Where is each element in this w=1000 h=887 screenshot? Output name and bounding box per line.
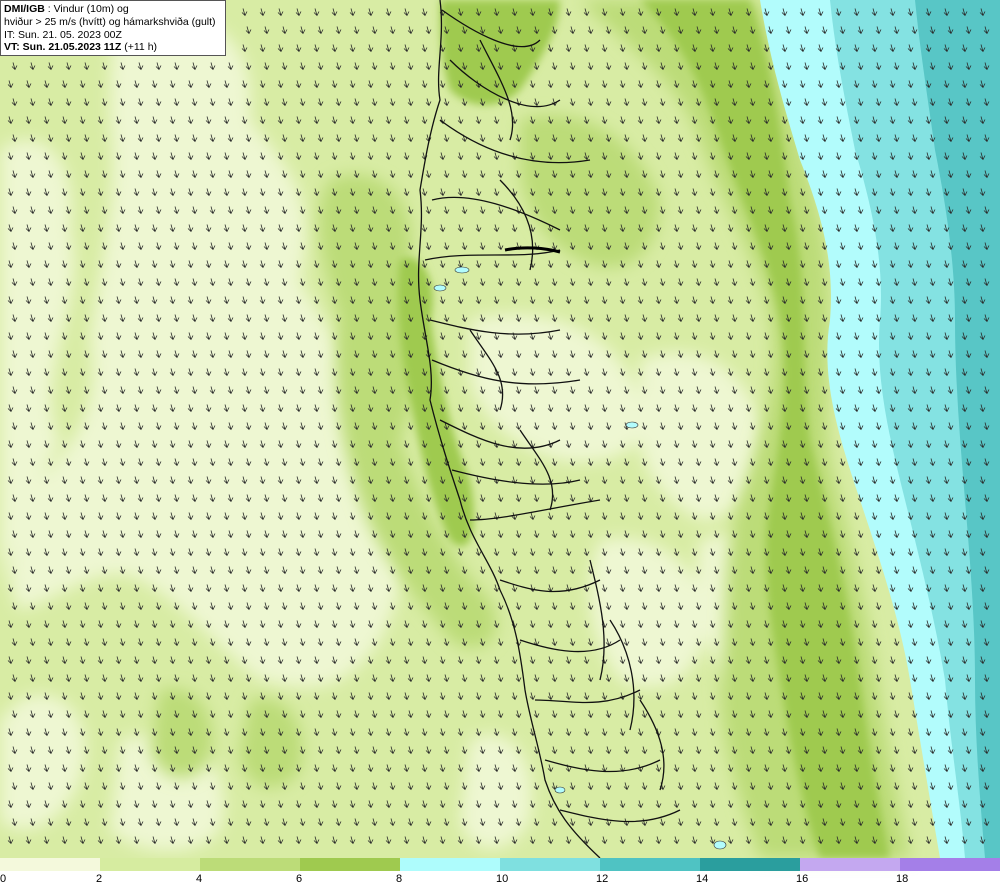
legend-swatch bbox=[400, 858, 500, 871]
legend-labels: 0 2 4 6 8 10 12 14 16 18 bbox=[0, 871, 1000, 887]
forecast-offset: (+11 h) bbox=[121, 41, 158, 54]
legend-tick-label: 2 bbox=[96, 873, 103, 885]
map-info-box: DMI/IGB : Vindur (10m) og hviður > 25 m/… bbox=[0, 0, 226, 56]
legend-swatch bbox=[200, 858, 300, 871]
subtitle-text: hviður > 25 m/s (hvítt) og hámarkshviða … bbox=[4, 15, 216, 28]
legend-tick-label: 12 bbox=[596, 873, 609, 885]
wind-map bbox=[0, 0, 1000, 871]
init-time: IT: Sun. 21. 05. 2023 00Z bbox=[4, 28, 122, 41]
valid-time: VT: Sun. 21.05.2023 11Z bbox=[4, 41, 122, 54]
legend-tick-label: 18 bbox=[896, 873, 909, 885]
legend-tick-label: 0 bbox=[0, 873, 7, 885]
legend-swatch bbox=[100, 858, 200, 871]
legend-swatch bbox=[300, 858, 400, 871]
legend-tick-label: 10 bbox=[496, 873, 509, 885]
org-label: DMI/IGB bbox=[4, 3, 45, 15]
legend-tick-label: 8 bbox=[396, 873, 403, 885]
legend-swatch bbox=[0, 858, 100, 871]
legend-swatch bbox=[500, 858, 600, 871]
legend-colorbar bbox=[0, 858, 1000, 871]
legend-swatch bbox=[900, 858, 1000, 871]
legend-tick-label: 6 bbox=[296, 873, 303, 885]
legend-tick-label: 16 bbox=[796, 873, 809, 885]
legend-swatch bbox=[800, 858, 900, 871]
legend-tick-label: 4 bbox=[196, 873, 203, 885]
title-text: : Vindur (10m) og bbox=[44, 3, 129, 15]
legend-tick-label: 14 bbox=[696, 873, 709, 885]
legend-swatch bbox=[700, 858, 800, 871]
legend-swatch bbox=[600, 858, 700, 871]
